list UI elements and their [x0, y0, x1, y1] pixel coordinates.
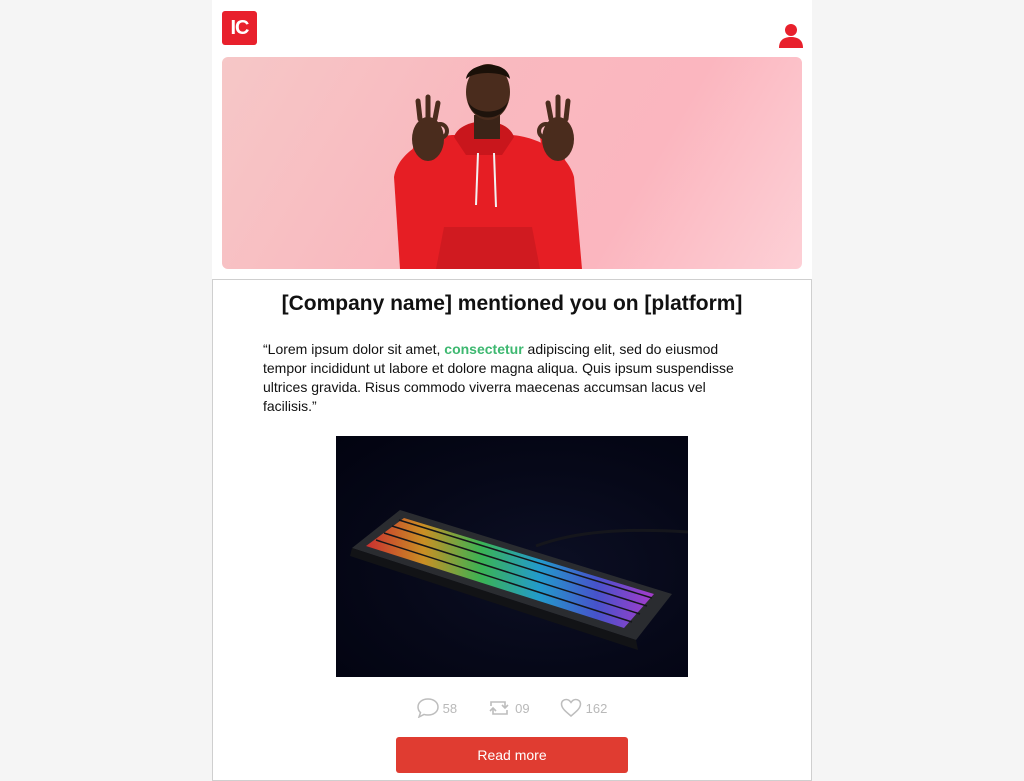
comments-count: 58 [442, 700, 458, 716]
comment-icon [416, 698, 439, 718]
brand-logo[interactable]: IC [222, 11, 257, 45]
quote-text-start: “Lorem ipsum dolor sit amet, [263, 341, 445, 357]
engagement-stats: 58 09 162 [213, 696, 811, 720]
comments-stat[interactable]: 58 [416, 696, 458, 720]
product-image [336, 436, 688, 677]
user-icon[interactable] [779, 23, 803, 48]
likes-count: 162 [585, 700, 608, 716]
mention-quote: “Lorem ipsum dolor sit amet, consectetur… [263, 340, 753, 416]
email-column: IC [Company name] mentioned you on [plat… [212, 0, 812, 781]
mention-card: [Company name] mentioned you on [platfor… [212, 279, 812, 781]
hero-image [222, 57, 802, 269]
header: IC [212, 0, 812, 279]
reposts-stat[interactable]: 09 [487, 696, 530, 720]
reposts-count: 09 [515, 700, 530, 716]
likes-stat[interactable]: 162 [560, 696, 608, 720]
quote-highlight: consectetur [444, 341, 524, 357]
heart-icon [560, 698, 581, 717]
card-title: [Company name] mentioned you on [platfor… [281, 292, 743, 315]
repost-icon [489, 701, 509, 715]
